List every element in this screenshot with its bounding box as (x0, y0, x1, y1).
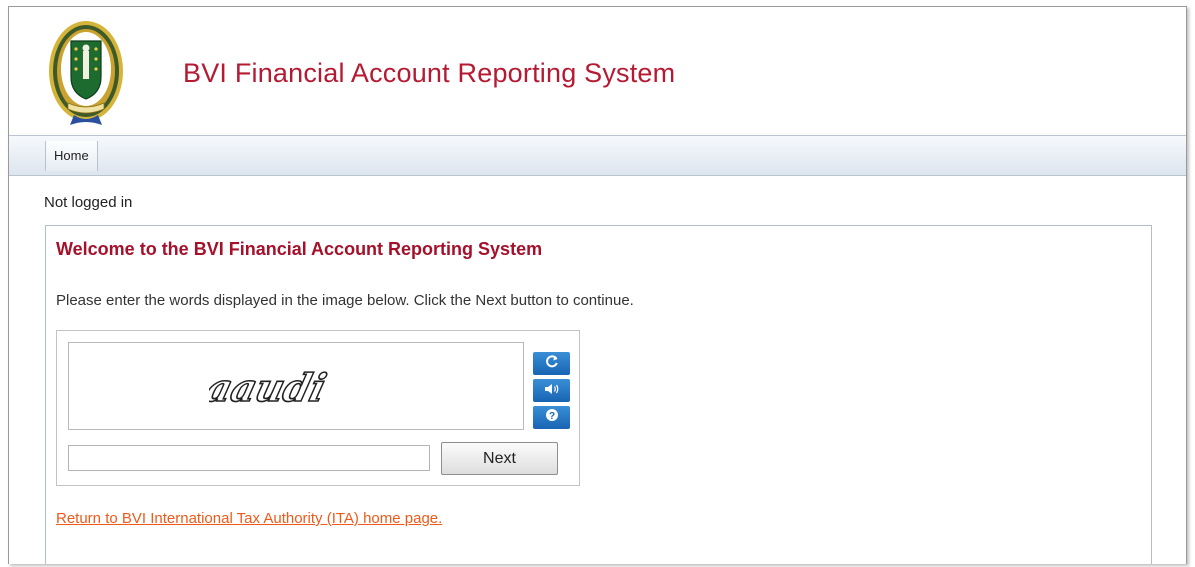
browser-frame: BVI Financial Account Reporting System H… (8, 6, 1187, 564)
speaker-icon (544, 382, 560, 400)
captcha-text-image: aaudi (209, 366, 331, 411)
captcha-answer-input[interactable] (68, 445, 430, 471)
welcome-panel: Welcome to the BVI Financial Account Rep… (45, 225, 1152, 564)
captcha-help-button[interactable]: ? (533, 406, 570, 429)
login-status: Not logged in (44, 194, 133, 211)
welcome-heading: Welcome to the BVI Financial Account Rep… (56, 239, 543, 259)
site-title: BVI Financial Account Reporting System (183, 58, 676, 88)
svg-text:aaudi: aaudi (209, 367, 330, 411)
captcha-audio-button[interactable] (533, 379, 570, 402)
captcha-widget: aaudi ? Next (56, 330, 580, 486)
nav-item-home[interactable]: Home (45, 141, 98, 171)
svg-text:?: ? (548, 411, 554, 422)
site-header: BVI Financial Account Reporting System (9, 7, 1186, 135)
captcha-instruction: Please enter the words displayed in the … (56, 292, 634, 309)
captcha-image: aaudi (68, 342, 524, 430)
nav-bar: Home (9, 135, 1186, 176)
bvi-crest-logo (46, 15, 126, 131)
return-to-ita-link[interactable]: Return to BVI International Tax Authorit… (56, 510, 442, 527)
help-icon: ? (545, 408, 559, 427)
refresh-icon (545, 354, 559, 373)
captcha-refresh-button[interactable] (533, 352, 570, 375)
next-button[interactable]: Next (441, 442, 558, 475)
